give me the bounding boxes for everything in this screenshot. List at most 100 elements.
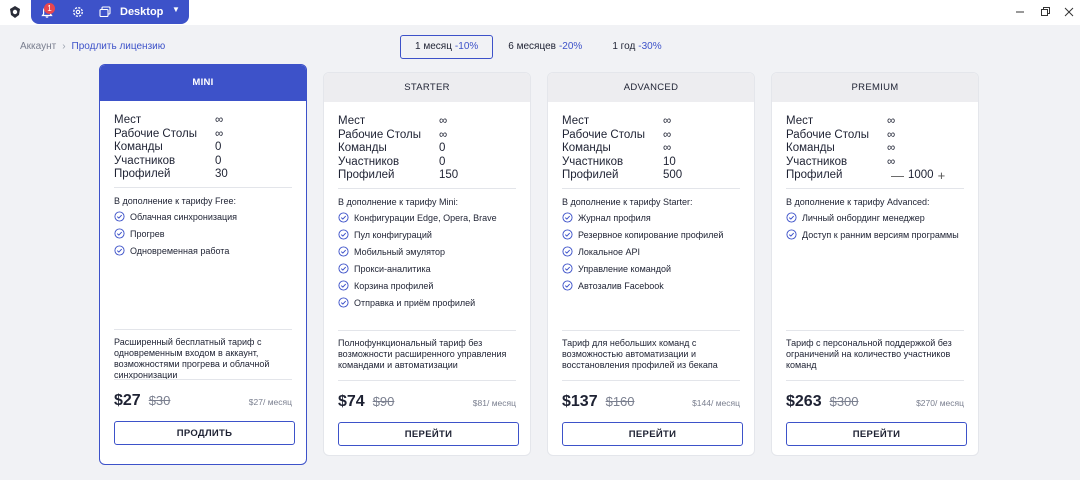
feature-label: Управление командой: [578, 264, 672, 274]
switch-plan-button[interactable]: ПЕРЕЙТИ: [562, 422, 743, 446]
plan-name: STARTER: [324, 73, 530, 102]
feature-item: Отправка и приём профилей: [338, 297, 520, 309]
plan-description: Расширенный бесплатный тариф с одновреме…: [114, 337, 270, 380]
stepper-value[interactable]: 1000: [908, 169, 934, 183]
stat-label: Рабочие Столы: [338, 128, 421, 141]
check-circle-icon: [562, 212, 573, 223]
feature-item: Резервное копирование профилей: [562, 229, 744, 241]
feature-label: Корзина профилей: [354, 281, 434, 291]
stat-value: 500: [663, 169, 683, 182]
minus-icon[interactable]: —: [887, 169, 908, 183]
divider: [114, 379, 292, 380]
period-option[interactable]: 1 год -30%: [597, 35, 676, 59]
check-circle-icon: [562, 229, 573, 240]
stat-row: Мест ∞: [786, 115, 966, 129]
feature-item: Локальное API: [562, 246, 744, 258]
stat-value: 10: [663, 155, 676, 168]
stat-label: Рабочие Столы: [114, 127, 197, 140]
divider: [562, 188, 740, 189]
period-discount: -10%: [454, 41, 479, 52]
feature-item: Прокси-аналитика: [338, 263, 520, 275]
chevron-down-icon[interactable]: ▼: [172, 5, 180, 14]
renew-button[interactable]: ПРОДЛИТЬ: [114, 421, 295, 445]
period-label: 1 месяц: [415, 41, 452, 52]
stat-value: ∞: [215, 114, 224, 126]
plan-card-advanced[interactable]: ADVANCED Мест ∞ Рабочие Столы ∞ Команды ∞ Участ…: [547, 72, 755, 456]
breadcrumb-root[interactable]: Аккаунт: [20, 41, 56, 52]
stat-row: Профилей —1000 +: [786, 169, 966, 183]
switch-plan-button[interactable]: ПЕРЕЙТИ: [338, 422, 519, 446]
maximize-icon[interactable]: [1038, 5, 1052, 19]
stat-label: Профилей: [114, 168, 171, 181]
check-circle-icon: [114, 211, 125, 222]
divider: [114, 329, 292, 330]
price-per-month: $270/ месяц: [916, 398, 964, 408]
switch-plan-button[interactable]: ПЕРЕЙТИ: [786, 422, 967, 446]
stat-value: ∞: [887, 115, 896, 127]
plus-icon[interactable]: +: [934, 169, 950, 183]
divider: [338, 188, 516, 189]
check-circle-icon: [562, 246, 573, 257]
feature-item: Журнал профиля: [562, 212, 744, 224]
top-nav-pill: 1 Desktop ▼: [31, 0, 189, 24]
stat-value: 150: [439, 169, 459, 182]
plan-price: $137 $160 $144/ месяц: [562, 393, 740, 415]
plan-card-premium[interactable]: PREMIUM Мест ∞ Рабочие Столы ∞ Команды ∞ Участн…: [771, 72, 979, 456]
breadcrumb-current: Продлить лицензию: [71, 41, 166, 52]
plan-name: PREMIUM: [772, 73, 978, 102]
price-current: $137: [562, 393, 598, 410]
feature-label: Пул конфигураций: [354, 230, 432, 240]
stat-value: 0: [439, 155, 446, 168]
stat-label: Профилей: [562, 169, 619, 182]
gear-icon[interactable]: [71, 5, 85, 19]
close-icon[interactable]: [1062, 5, 1076, 19]
feature-item: Корзина профилей: [338, 280, 520, 292]
price-per-month: $81/ месяц: [472, 398, 516, 408]
feature-label: Локальное API: [578, 247, 640, 257]
check-circle-icon: [338, 212, 349, 223]
features-title: В дополнение к тарифу Advanced:: [786, 197, 930, 207]
divider: [786, 330, 964, 331]
stat-label: Участников: [562, 155, 624, 168]
plan-price: $27 $30 $27/ месяц: [114, 392, 292, 414]
plan-features: В дополнение к тарифу Mini: Конфигурации …: [338, 197, 520, 314]
check-circle-icon: [338, 297, 349, 308]
feature-label: Доступ к ранним версиям программы: [802, 230, 959, 240]
check-circle-icon: [338, 263, 349, 274]
plan-description: Тариф для небольших команд с возможность…: [562, 338, 718, 370]
check-circle-icon: [114, 228, 125, 239]
desktops-icon[interactable]: [98, 5, 112, 19]
stat-value: ∞: [887, 155, 896, 168]
stat-value: ∞: [663, 128, 672, 141]
stat-row: Рабочие Столы ∞: [786, 129, 966, 143]
stat-row: Мест ∞: [338, 115, 518, 129]
feature-item: Одновременная работа: [114, 245, 296, 257]
period-option[interactable]: 1 месяц -10%: [400, 35, 494, 59]
stat-row: Профилей 500: [562, 169, 742, 183]
check-circle-icon: [562, 263, 573, 274]
feature-item: Конфигурации Edge, Opera, Brave: [338, 212, 520, 224]
feature-label: Автозалив Facebook: [578, 281, 664, 291]
plan-stats: Мест ∞ Рабочие Столы ∞ Команды ∞ Участников 10 П…: [562, 115, 742, 183]
plan-features: В дополнение к тарифу Advanced: Личный он…: [786, 197, 968, 246]
feature-item: Мобильный эмулятор: [338, 246, 520, 258]
period-label: 6 месяцев: [508, 41, 556, 52]
plan-card-mini[interactable]: MINI Мест ∞ Рабочие Столы ∞ Команды 0 Участнико…: [99, 64, 307, 465]
stat-value: ∞: [215, 127, 224, 140]
period-option[interactable]: 6 месяцев -20%: [493, 35, 597, 59]
feature-item: Доступ к ранним версиям программы: [786, 229, 968, 241]
feature-label: Журнал профиля: [578, 213, 651, 223]
stat-label: Профилей: [786, 169, 843, 182]
feature-label: Мобильный эмулятор: [354, 247, 446, 257]
stat-row: Рабочие Столы ∞: [114, 128, 294, 142]
minimize-icon[interactable]: [1013, 5, 1027, 19]
plan-price: $74 $90 $81/ месяц: [338, 393, 516, 415]
workspace-label[interactable]: Desktop: [120, 6, 163, 18]
stat-label: Участников: [786, 155, 848, 168]
period-discount: -20%: [558, 41, 583, 52]
check-circle-icon: [338, 280, 349, 291]
plan-card-starter[interactable]: STARTER Мест ∞ Рабочие Столы ∞ Команды 0 Участн…: [323, 72, 531, 456]
price-old: $160: [605, 394, 635, 409]
stat-label: Мест: [338, 115, 366, 127]
feature-label: Резервное копирование профилей: [578, 230, 724, 240]
